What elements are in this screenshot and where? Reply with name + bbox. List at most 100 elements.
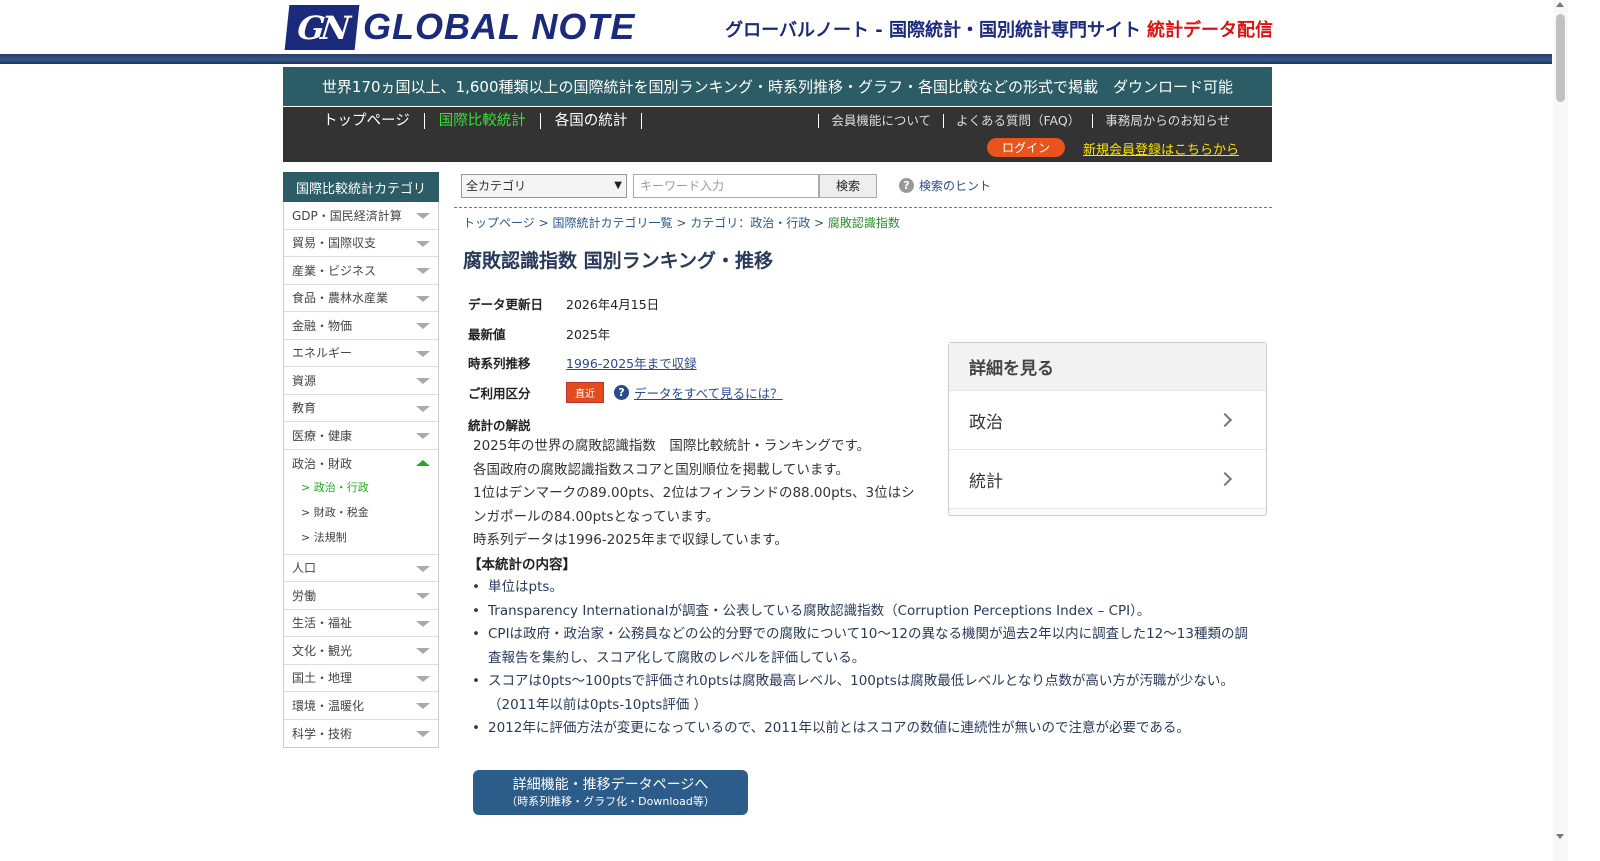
sidebar-item-culture[interactable]: 文化・観光 [284, 637, 438, 665]
scroll-thumb[interactable] [1556, 14, 1565, 102]
sidebar-item-geography[interactable]: 国土・地理 [284, 665, 438, 692]
detail-item-label: 政治 [969, 412, 1003, 433]
nav-countries[interactable]: 各国の統計 [541, 113, 643, 129]
sidebar-item-finance[interactable]: 金融・物価 [284, 312, 438, 340]
chevron-down-icon [416, 730, 430, 737]
meta-value: 2025年 [566, 326, 611, 342]
scroll-up-icon[interactable] [1556, 2, 1564, 7]
detail-item-politics[interactable]: 政治 [949, 391, 1266, 450]
chevron-down-icon [416, 213, 430, 219]
site-logo[interactable]: GN GLOBAL NOTE [284, 4, 636, 50]
logo-text: GLOBAL NOTE [363, 6, 636, 47]
meta-row-usage: ご利用区分 直近 ? データをすべて見るには？ [468, 378, 783, 408]
sidebar-item-welfare[interactable]: 生活・福祉 [284, 610, 438, 637]
series-range-link[interactable]: 1996-2025年まで収録 [566, 353, 697, 372]
category-sidebar: 国際比較統計カテゴリ GDP・国民経済計算 貿易・国際収支 産業・ビジネス 食品… [283, 172, 439, 748]
chevron-down-icon [416, 703, 430, 709]
notes-list: 単位はpts。 Transparency Internationalが調査・公表… [472, 576, 1252, 741]
sidebar-item-environment[interactable]: 環境・温暖化 [284, 692, 438, 720]
chevron-down-icon [416, 648, 430, 654]
keyword-input[interactable]: キーワード入力 [633, 173, 819, 198]
nav-main: トップページ 国際比較統計 各国の統計 [309, 113, 643, 129]
description-line: 時系列データは1996-2025年まで収録しています。 [473, 532, 788, 548]
sidebar-item-gdp[interactable]: GDP・国民経済計算 [284, 202, 438, 230]
sidebar-item-label: 教育 [292, 401, 317, 416]
nav-international[interactable]: 国際比較統計 [425, 113, 541, 129]
sidebar-item-education[interactable]: 教育 [284, 395, 438, 422]
nav-news[interactable]: 事務局からのお知らせ [1092, 114, 1242, 128]
chevron-down-icon [416, 323, 430, 329]
nav-faq[interactable]: よくある質問（FAQ） [943, 114, 1092, 128]
chevron-down-icon [416, 565, 430, 572]
category-select[interactable]: 全カテゴリ ▼ [461, 173, 627, 198]
sidebar-item-label: 文化・観光 [292, 643, 353, 658]
breadcrumb-categories[interactable]: 国際統計カテゴリ一覧 [552, 216, 672, 230]
sidebar-subitem-tax[interactable]: > 財政・税金 [292, 500, 369, 525]
chevron-down-icon [416, 268, 430, 274]
sidebar-item-food[interactable]: 食品・農林水産業 [284, 285, 438, 312]
page-scrollbar[interactable] [1553, 0, 1568, 861]
detail-item-statistics[interactable]: 統計 [949, 450, 1266, 509]
tagline-text: グローバルノート - 国際統計・国別統計専門サイト [725, 20, 1141, 41]
content-heading: 【本統計の内容】 [468, 557, 576, 573]
login-button[interactable]: ログイン [987, 138, 1065, 157]
register-link[interactable]: 新規会員登録はこちらから [1083, 139, 1239, 158]
sidebar-item-population[interactable]: 人口 [284, 555, 438, 582]
sidebar-item-industry[interactable]: 産業・ビジネス [284, 257, 438, 285]
sidebar-item-label: 科学・技術 [292, 726, 353, 741]
sidebar-item-politics[interactable]: 政治・財政 > 政治・行政 > 財政・税金 > 法規制 [284, 450, 438, 555]
sidebar-item-trade[interactable]: 貿易・国際収支 [284, 230, 438, 257]
list-item: 2012年に評価方法が変更になっているので、2011年以前とはスコアの数値に連続… [472, 717, 1252, 741]
search-button[interactable]: 検索 [819, 173, 877, 198]
sidebar-item-energy[interactable]: エネルギー [284, 340, 438, 367]
list-item: 単位はpts。 [472, 576, 1252, 600]
site-banner: 世界170ヵ国以上、1,600種類以上の国際統計を国別ランキング・時系列推移・グ… [283, 67, 1272, 106]
breadcrumb-category[interactable]: カテゴリ：政治・行政 [690, 216, 810, 230]
sidebar-item-label: 医療・健康 [292, 428, 353, 443]
recent-badge: 直近 [566, 381, 604, 403]
sidebar-item-label: 政治・財政 [292, 456, 353, 471]
sidebar-item-labor[interactable]: 労働 [284, 582, 438, 610]
sidebar-subitem-administration[interactable]: > 政治・行政 [292, 475, 369, 500]
question-icon: ? [614, 384, 629, 400]
detail-page-button[interactable]: 詳細機能・推移データページへ （時系列推移・グラフ化・Download等） [473, 770, 748, 815]
sidebar-item-label: 人口 [292, 561, 317, 576]
nav-membership[interactable]: 会員機能について [818, 114, 943, 128]
description-line: 2025年の世界の腐敗認識指数 国際比較統計・ランキングです。 [473, 438, 871, 454]
detail-card-title: 詳細を見る [949, 343, 1266, 391]
chevron-down-icon: ▼ [614, 180, 622, 191]
meta-key: 最新値 [468, 326, 506, 342]
chevron-down-icon [416, 675, 430, 682]
search-hint-link[interactable]: ? 検索のヒント [899, 177, 991, 194]
meta-row-series: 時系列推移 1996-2025年まで収録 [468, 348, 783, 378]
chevron-right-icon [1217, 412, 1233, 428]
help-link-label: データをすべて見るには？ [634, 385, 783, 401]
site-tagline: グローバルノート - 国際統計・国別統計専門サイト 統計データ配信 [725, 16, 1273, 42]
chevron-down-icon [416, 433, 430, 439]
chevron-up-icon [416, 459, 430, 466]
sidebar-subitem-law[interactable]: > 法規制 [292, 525, 347, 550]
view-all-help-link[interactable]: ? データをすべて見るには？ [614, 383, 783, 402]
cta-sub-label: （時系列推移・グラフ化・Download等） [506, 794, 715, 808]
sidebar-item-label: 環境・温暖化 [292, 698, 365, 713]
chevron-down-icon [416, 295, 430, 302]
stat-meta: データ更新日 2026年4月15日 最新値 2025年 時系列推移 1996-2… [468, 289, 783, 407]
meta-key: 時系列推移 [468, 356, 531, 372]
scroll-down-icon[interactable] [1556, 834, 1564, 839]
sidebar-item-science[interactable]: 科学・技術 [284, 720, 438, 748]
header-bar [0, 54, 1552, 64]
meta-row-latest: 最新値 2025年 [468, 319, 783, 349]
description-text: 2025年の世界の腐敗認識指数 国際比較統計・ランキングです。 各国政府の腐敗認… [473, 435, 925, 553]
nav-top[interactable]: トップページ [309, 113, 425, 129]
sidebar-item-health[interactable]: 医療・健康 [284, 422, 438, 450]
search-hint-label: 検索のヒント [919, 179, 992, 193]
breadcrumb-top[interactable]: トップページ [463, 216, 535, 230]
logo-mark: GN [284, 4, 360, 50]
category-select-value: 全カテゴリ [466, 179, 527, 193]
sidebar-item-label: 資源 [292, 373, 317, 388]
chevron-down-icon [416, 378, 430, 384]
tagline-accent[interactable]: 統計データ配信 [1147, 20, 1273, 41]
breadcrumb-current: 腐敗認識指数 [827, 216, 900, 230]
sidebar-item-resources[interactable]: 資源 [284, 367, 438, 395]
nav-sub: 会員機能について よくある質問（FAQ） 事務局からのお知らせ [818, 114, 1242, 128]
